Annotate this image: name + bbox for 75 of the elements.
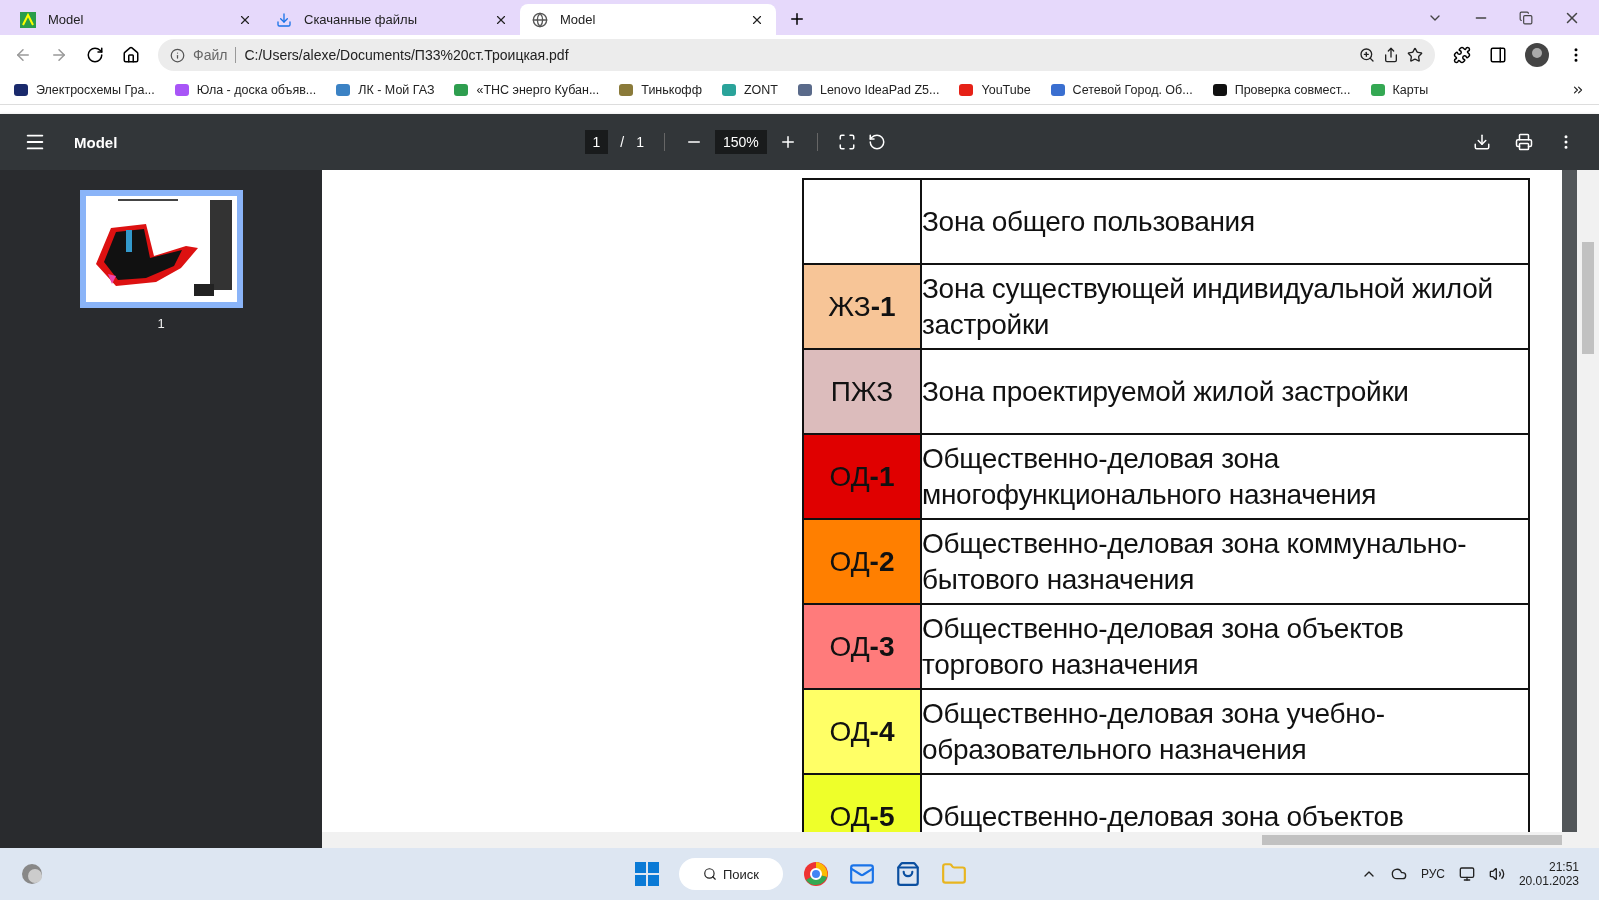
zone-description: Общественно-деловая зона многофункционального назначения — [922, 441, 1378, 512]
date-text: 20.01.2023 — [1518, 874, 1579, 888]
forward-icon[interactable] — [50, 46, 68, 64]
bookmark[interactable]: ZONT — [721, 82, 778, 97]
weather-icon[interactable] — [20, 862, 44, 886]
vertical-scrollbar[interactable] — [1577, 170, 1599, 832]
zone-code: ОД-5 — [829, 800, 895, 832]
fit-page-icon[interactable] — [837, 133, 856, 151]
bookmark[interactable]: Электросхемы Гра... — [14, 82, 155, 97]
zoom-field[interactable]: 150% — [715, 130, 767, 154]
bookmark[interactable]: Юла - доска объяв... — [174, 82, 317, 97]
browser-icon[interactable] — [803, 861, 829, 887]
page-number: 1 — [157, 316, 165, 331]
network-icon[interactable] — [1458, 866, 1475, 882]
store-icon[interactable] — [895, 861, 921, 887]
url-text: C:/Users/alexe/Documents/П33%20ст.Троицкая.pdf — [244, 47, 569, 63]
bookmark[interactable]: Карты — [1370, 82, 1429, 97]
bookmark[interactable]: ЛК - Мой ГАЗ — [336, 82, 435, 97]
bookmark[interactable]: YouTube — [959, 82, 1031, 97]
zone-description: Общественно-деловая зона объектов — [922, 799, 1404, 832]
browser-tab[interactable]: Model — [8, 4, 264, 35]
search-icon — [703, 867, 717, 881]
browser-tab[interactable]: Скачанные файлы — [264, 4, 520, 35]
language-indicator[interactable]: РУС — [1420, 867, 1445, 881]
info-icon — [170, 47, 185, 63]
browser-tab[interactable]: Model — [520, 4, 776, 35]
zone-description: Общественно-деловая зона объектов торгового назначения — [922, 611, 1405, 682]
bookmark[interactable]: «ТНС энерго Кубан... — [454, 82, 600, 97]
page-separator: / — [620, 134, 625, 150]
scheme-label: Файл — [193, 47, 228, 63]
zone-description: Общественно-деловая зона коммунально-бытового назначения — [922, 526, 1468, 597]
bookmark[interactable]: Lenovo IdeaPad Z5... — [797, 82, 940, 97]
download-icon[interactable] — [1473, 133, 1491, 151]
restore-icon[interactable] — [1519, 10, 1533, 25]
back-icon[interactable] — [14, 46, 32, 64]
puzzle-icon[interactable] — [1453, 46, 1471, 64]
volume-icon[interactable] — [1488, 866, 1505, 882]
mail-icon[interactable] — [849, 861, 875, 887]
zone-description: Общественно-деловая зона учебно-образовательного назначения — [922, 696, 1386, 767]
app-icon — [20, 11, 36, 28]
zone-description: Зона проектируемой жилой застройки — [922, 374, 1409, 409]
reload-icon[interactable] — [86, 46, 104, 64]
zoom-icon[interactable] — [1359, 47, 1375, 63]
share-icon[interactable] — [1383, 47, 1399, 63]
start-icon[interactable] — [635, 862, 659, 886]
page-field[interactable]: 1 — [584, 130, 609, 154]
horizontal-scrollbar[interactable] — [322, 832, 1599, 848]
home-icon[interactable] — [122, 46, 140, 64]
globe-icon — [532, 11, 548, 28]
bookmark[interactable]: Тинькофф — [619, 82, 702, 97]
zone-code: ОД-3 — [829, 630, 895, 663]
new-tab-icon[interactable] — [788, 10, 806, 28]
side-panel-icon[interactable] — [1489, 46, 1507, 64]
cloud-icon[interactable] — [1390, 866, 1407, 882]
rotate-icon[interactable] — [867, 133, 886, 151]
zone-code: ПЖЗ — [830, 375, 894, 408]
print-icon[interactable] — [1515, 133, 1533, 151]
zone-code: ЖЗ-1 — [828, 290, 896, 323]
search-field[interactable]: Поиск — [679, 858, 783, 890]
page-thumbnail[interactable] — [79, 190, 243, 308]
zone-code: ОД-2 — [829, 545, 895, 578]
star-icon[interactable] — [1407, 47, 1423, 63]
bookmark[interactable]: Сетевой Город. Об... — [1050, 82, 1193, 97]
zone-description: Зона общего пользования — [922, 204, 1255, 239]
document-title: Model — [74, 133, 118, 151]
download-icon — [276, 11, 292, 28]
zone-code: ОД-1 — [829, 460, 895, 493]
zone-description: Зона существующей индивидуальной жилой застройки — [922, 271, 1494, 342]
clock[interactable]: 21:51 20.01.2023 — [1518, 860, 1579, 888]
bookmark[interactable]: Проверка совмест... — [1212, 82, 1351, 97]
avatar-icon[interactable] — [1525, 43, 1549, 67]
time-text: 21:51 — [1548, 860, 1579, 874]
address-bar[interactable]: Файл C:/Users/alexe/Documents/П33%20ст.Троицкая.pdf — [158, 39, 1435, 71]
page-count: 1 — [636, 134, 644, 150]
zone-code: ОД-4 — [829, 715, 895, 748]
